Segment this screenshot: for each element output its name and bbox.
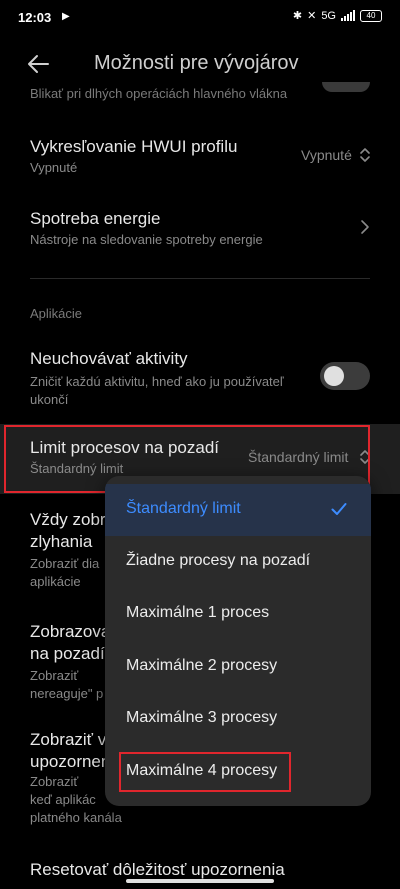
setting-hwui-profile[interactable]: Vykresľovanie HWUI profilu Vypnuté Vypnu…	[0, 130, 400, 190]
setting-subtitle: Vypnuté	[30, 160, 78, 175]
dropdown-option-label: Štandardný limit	[126, 500, 241, 517]
setting-reset-notification-importance[interactable]: Resetovať dôležitosť upozornenia	[0, 858, 400, 888]
setting-subtitle-line2: keď aplikác	[30, 792, 96, 807]
dropdown-option-label: Maximálne 3 procesy	[126, 709, 278, 726]
mute-icon: ✕	[307, 10, 317, 22]
bluetooth-icon: ✱	[292, 10, 303, 22]
background-limit-dropdown: Štandardný limit Žiadne procesy na pozad…	[105, 476, 371, 806]
status-icons: ✱ ✕ 5G 40	[293, 9, 382, 22]
page-title: Možnosti pre vývojárov	[94, 52, 299, 74]
dropdown-option-label: Žiadne procesy na pozadí	[126, 552, 311, 569]
setting-title: Spotreba energie	[30, 209, 161, 228]
setting-subtitle: Nástroje na sledovanie spotreby energie	[30, 232, 263, 247]
spinner-icon	[360, 450, 370, 464]
setting-title: Vykresľovanie HWUI profilu	[30, 137, 238, 156]
setting-title: Resetovať dôležitosť upozornenia	[30, 860, 285, 879]
setting-value: Vypnuté	[301, 147, 352, 163]
dropdown-option-label: Maximálne 4 procesy	[126, 762, 278, 779]
setting-subtitle-line1: Zobraziť dia	[30, 556, 100, 571]
setting-subtitle-line3: platného kanála	[30, 810, 122, 825]
status-time: 12:03	[18, 10, 52, 25]
setting-subtitle-line2: ukončí	[30, 392, 69, 407]
toggle-knob	[324, 366, 344, 386]
header: Možnosti pre vývojárov	[0, 40, 400, 88]
chevron-right-icon	[361, 220, 369, 234]
setting-subtitle-line1: Zničiť každú aktivitu, hneď ako ju použí…	[30, 374, 284, 389]
divider	[30, 278, 370, 279]
dropdown-option-max-2[interactable]: Maximálne 2 procesy	[105, 641, 371, 693]
dropdown-option-max-1[interactable]: Maximálne 1 proces	[105, 588, 371, 640]
setting-title-line2: upozornen	[30, 752, 111, 771]
setting-value: Štandardný limit	[248, 449, 349, 465]
dont-keep-activities-toggle[interactable]	[320, 362, 370, 390]
setting-subtitle-line1: Zobraziť	[30, 774, 79, 789]
spinner-icon	[360, 148, 370, 162]
network-label: 5G	[321, 9, 336, 22]
dropdown-option-standard[interactable]: Štandardný limit	[105, 484, 371, 536]
setting-power-consumption[interactable]: Spotreba energie Nástroje na sledovanie …	[0, 202, 400, 262]
setting-title: Neuchovávať aktivity	[30, 349, 188, 368]
setting-title-line2: na pozadí	[30, 644, 105, 663]
setting-title-line1: Zobraziť v	[30, 730, 107, 749]
setting-subtitle-line2: aplikácie	[30, 574, 81, 589]
section-label-applications: Aplikácie	[30, 306, 83, 321]
dropdown-option-max-4[interactable]: Maximálne 4 procesy	[105, 746, 371, 798]
back-button[interactable]	[22, 48, 54, 80]
check-icon	[331, 503, 347, 515]
setting-subtitle-line2: nereaguje" p	[30, 686, 104, 701]
back-arrow-icon	[28, 55, 49, 73]
status-bar: 12:03 ▶ ✱ ✕ 5G 40	[0, 0, 400, 36]
dropdown-option-max-3[interactable]: Maximálne 3 procesy	[105, 693, 371, 745]
home-indicator[interactable]	[126, 879, 274, 883]
setting-title-line2: zlyhania	[30, 532, 93, 551]
battery-icon: 40	[360, 9, 382, 22]
setting-title: Limit procesov na pozadí	[30, 438, 219, 457]
signal-icon	[341, 10, 355, 21]
dropdown-option-label: Maximálne 1 proces	[126, 604, 270, 621]
play-icon: ▶	[62, 11, 70, 22]
partial-toggle[interactable]	[322, 82, 370, 92]
dropdown-option-none[interactable]: Žiadne procesy na pozadí	[105, 536, 371, 588]
setting-subtitle: Štandardný limit	[30, 461, 124, 476]
partial-item-subtitle: Blikať pri dlhých operáciách hlavného vl…	[30, 86, 288, 101]
setting-title-line1: Zobrazova	[30, 622, 111, 641]
setting-title-line1: Vždy zobr	[30, 510, 106, 529]
dropdown-option-label: Maximálne 2 procesy	[126, 657, 278, 674]
setting-subtitle-line1: Zobraziť	[30, 668, 79, 683]
